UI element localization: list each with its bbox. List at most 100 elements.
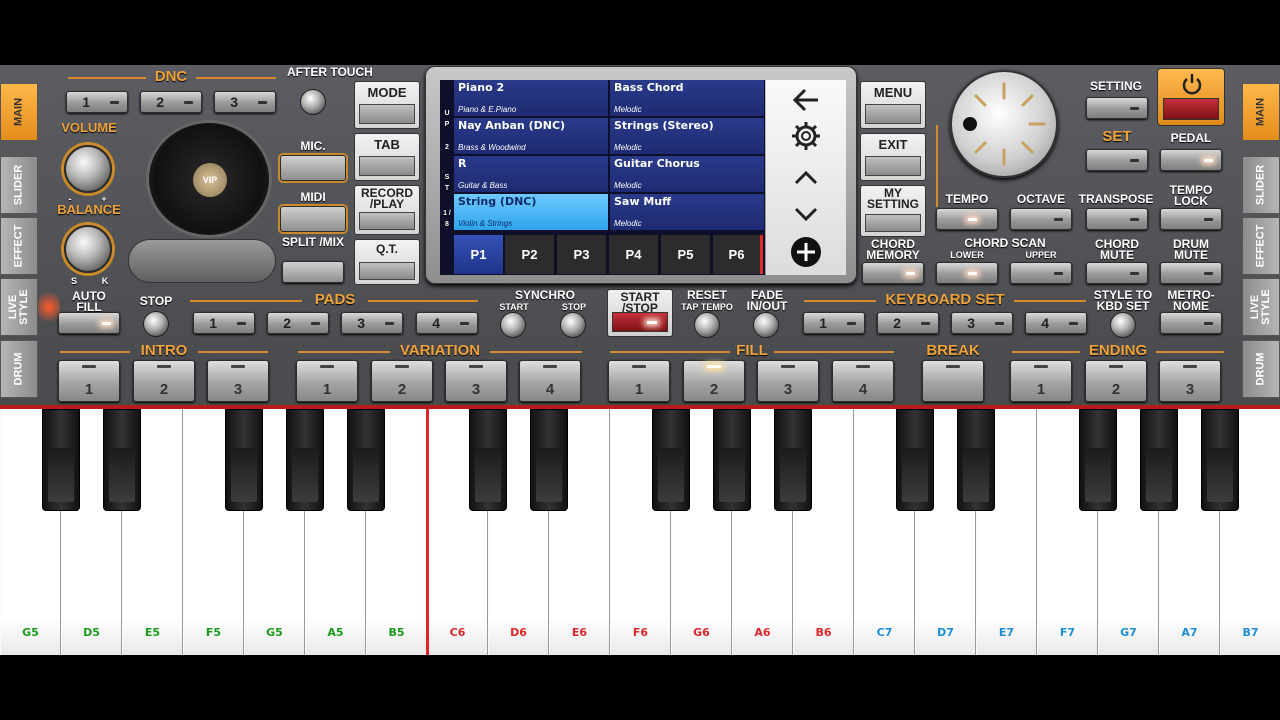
black-key[interactable] xyxy=(1201,409,1239,511)
tab-effect-right[interactable]: EFFECT xyxy=(1242,217,1280,275)
set-button[interactable] xyxy=(1086,149,1148,171)
vip-jog-dial[interactable]: VIP xyxy=(146,120,272,238)
ending-3-button[interactable]: 3 xyxy=(1159,360,1221,402)
fill-3-button[interactable]: 3 xyxy=(757,360,819,402)
intro-3-button[interactable]: 3 xyxy=(207,360,269,402)
chord-scan-lower-button[interactable] xyxy=(936,262,998,284)
voice-cell[interactable]: Strings (Stereo) Melodic xyxy=(610,118,764,154)
ending-1-button[interactable]: 1 xyxy=(1010,360,1072,402)
break-button[interactable] xyxy=(922,360,984,402)
chevron-up-icon[interactable] xyxy=(788,162,824,194)
voice-cell[interactable]: Saw Muff Melodic xyxy=(610,194,764,230)
tab-slider-left[interactable]: SLIDER xyxy=(0,156,38,214)
variation-1-button[interactable]: 1 xyxy=(296,360,358,402)
dnc-2-button[interactable]: 2 xyxy=(140,91,202,113)
fill-2-button[interactable]: 2 xyxy=(683,360,745,402)
chevron-down-icon[interactable] xyxy=(788,198,824,230)
page-tab-p6[interactable]: P6 xyxy=(713,235,763,274)
fade-knob[interactable] xyxy=(753,312,779,338)
kbd-set-2-button[interactable]: 2 xyxy=(877,312,939,334)
drum-mute-button[interactable] xyxy=(1160,262,1222,284)
split-mix-button[interactable] xyxy=(282,261,344,283)
gear-icon[interactable] xyxy=(788,120,824,152)
pedal-button[interactable] xyxy=(1160,149,1222,171)
black-key[interactable] xyxy=(286,409,324,511)
pitch-bend-wheel[interactable] xyxy=(128,239,276,283)
black-key[interactable] xyxy=(42,409,80,511)
reset-tap-tempo-knob[interactable] xyxy=(694,312,720,338)
synchro-start-knob[interactable] xyxy=(500,312,526,338)
voice-cell[interactable]: R Guitar & Bass xyxy=(454,156,608,192)
voice-cell[interactable]: Nay Anban (DNC) Brass & Woodwind xyxy=(454,118,608,154)
black-key[interactable] xyxy=(1140,409,1178,511)
start-stop-button[interactable]: START /STOP xyxy=(607,289,673,337)
tempo-button[interactable] xyxy=(936,208,998,230)
black-key[interactable] xyxy=(225,409,263,511)
after-touch-toggle[interactable] xyxy=(300,89,326,115)
pad-3-button[interactable]: 3 xyxy=(341,312,403,334)
my-setting-button[interactable]: MY SETTING xyxy=(860,185,926,237)
chord-mute-button[interactable] xyxy=(1086,262,1148,284)
dnc-1-button[interactable]: 1 xyxy=(66,91,128,113)
balance-knob[interactable] xyxy=(64,225,112,273)
midi-button[interactable] xyxy=(280,206,346,232)
pad-2-button[interactable]: 2 xyxy=(267,312,329,334)
auto-fill-button[interactable] xyxy=(58,312,120,334)
menu-button[interactable]: MENU xyxy=(860,81,926,129)
chord-memory-button[interactable] xyxy=(862,262,924,284)
black-key[interactable] xyxy=(652,409,690,511)
tab-live-style-left[interactable]: LIVE STYLE xyxy=(0,278,38,336)
voice-cell-selected[interactable]: String (DNC) Violin & Strings xyxy=(454,194,608,230)
kbd-set-4-button[interactable]: 4 xyxy=(1025,312,1087,334)
style-to-kbd-knob[interactable] xyxy=(1110,312,1136,338)
tempo-lock-button[interactable] xyxy=(1160,208,1222,230)
page-tab-p3[interactable]: P3 xyxy=(557,235,607,274)
page-tab-p1[interactable]: P1 xyxy=(454,235,504,274)
voice-cell[interactable]: Piano 2 Piano & E.Piano xyxy=(454,80,608,116)
ending-2-button[interactable]: 2 xyxy=(1085,360,1147,402)
back-arrow-icon[interactable] xyxy=(788,84,824,116)
metronome-button[interactable] xyxy=(1160,312,1222,334)
fill-1-button[interactable]: 1 xyxy=(608,360,670,402)
page-tab-p2[interactable]: P2 xyxy=(505,235,555,274)
volume-knob[interactable] xyxy=(64,145,112,193)
tab-effect-left[interactable]: EFFECT xyxy=(0,217,38,275)
mode-button[interactable]: MODE xyxy=(354,81,420,129)
dnc-3-button[interactable]: 3 xyxy=(214,91,276,113)
black-key[interactable] xyxy=(896,409,934,511)
mic-button[interactable] xyxy=(280,155,346,181)
transpose-button[interactable] xyxy=(1086,208,1148,230)
black-key[interactable] xyxy=(1079,409,1117,511)
black-key[interactable] xyxy=(713,409,751,511)
record-play-button[interactable]: RECORD /PLAY xyxy=(354,185,420,235)
variation-4-button[interactable]: 4 xyxy=(519,360,581,402)
voice-cell[interactable]: Bass Chord Melodic xyxy=(610,80,764,116)
chord-scan-upper-button[interactable] xyxy=(1010,262,1072,284)
variation-2-button[interactable]: 2 xyxy=(371,360,433,402)
exit-button[interactable]: EXIT xyxy=(860,133,926,181)
black-key[interactable] xyxy=(103,409,141,511)
intro-2-button[interactable]: 2 xyxy=(133,360,195,402)
fill-4-button[interactable]: 4 xyxy=(832,360,894,402)
black-key[interactable] xyxy=(469,409,507,511)
intro-1-button[interactable]: 1 xyxy=(58,360,120,402)
data-dial[interactable] xyxy=(950,70,1058,178)
add-circle-icon[interactable] xyxy=(788,236,824,268)
black-key[interactable] xyxy=(347,409,385,511)
tab-main-right[interactable]: MAIN xyxy=(1242,83,1280,141)
tab-button[interactable]: TAB xyxy=(354,133,420,181)
pad-1-button[interactable]: 1 xyxy=(193,312,255,334)
black-key[interactable] xyxy=(774,409,812,511)
tab-drum-right[interactable]: DRUM xyxy=(1242,340,1280,398)
kbd-set-3-button[interactable]: 3 xyxy=(951,312,1013,334)
qt-button[interactable]: Q.T. xyxy=(354,239,420,285)
page-tab-p5[interactable]: P5 xyxy=(661,235,711,274)
stop-knob[interactable] xyxy=(143,311,169,337)
black-key[interactable] xyxy=(530,409,568,511)
setting-button[interactable] xyxy=(1086,97,1148,119)
black-key[interactable] xyxy=(957,409,995,511)
voice-cell[interactable]: Guitar Chorus Melodic xyxy=(610,156,764,192)
kbd-set-1-button[interactable]: 1 xyxy=(803,312,865,334)
octave-button[interactable] xyxy=(1010,208,1072,230)
pad-4-button[interactable]: 4 xyxy=(416,312,478,334)
